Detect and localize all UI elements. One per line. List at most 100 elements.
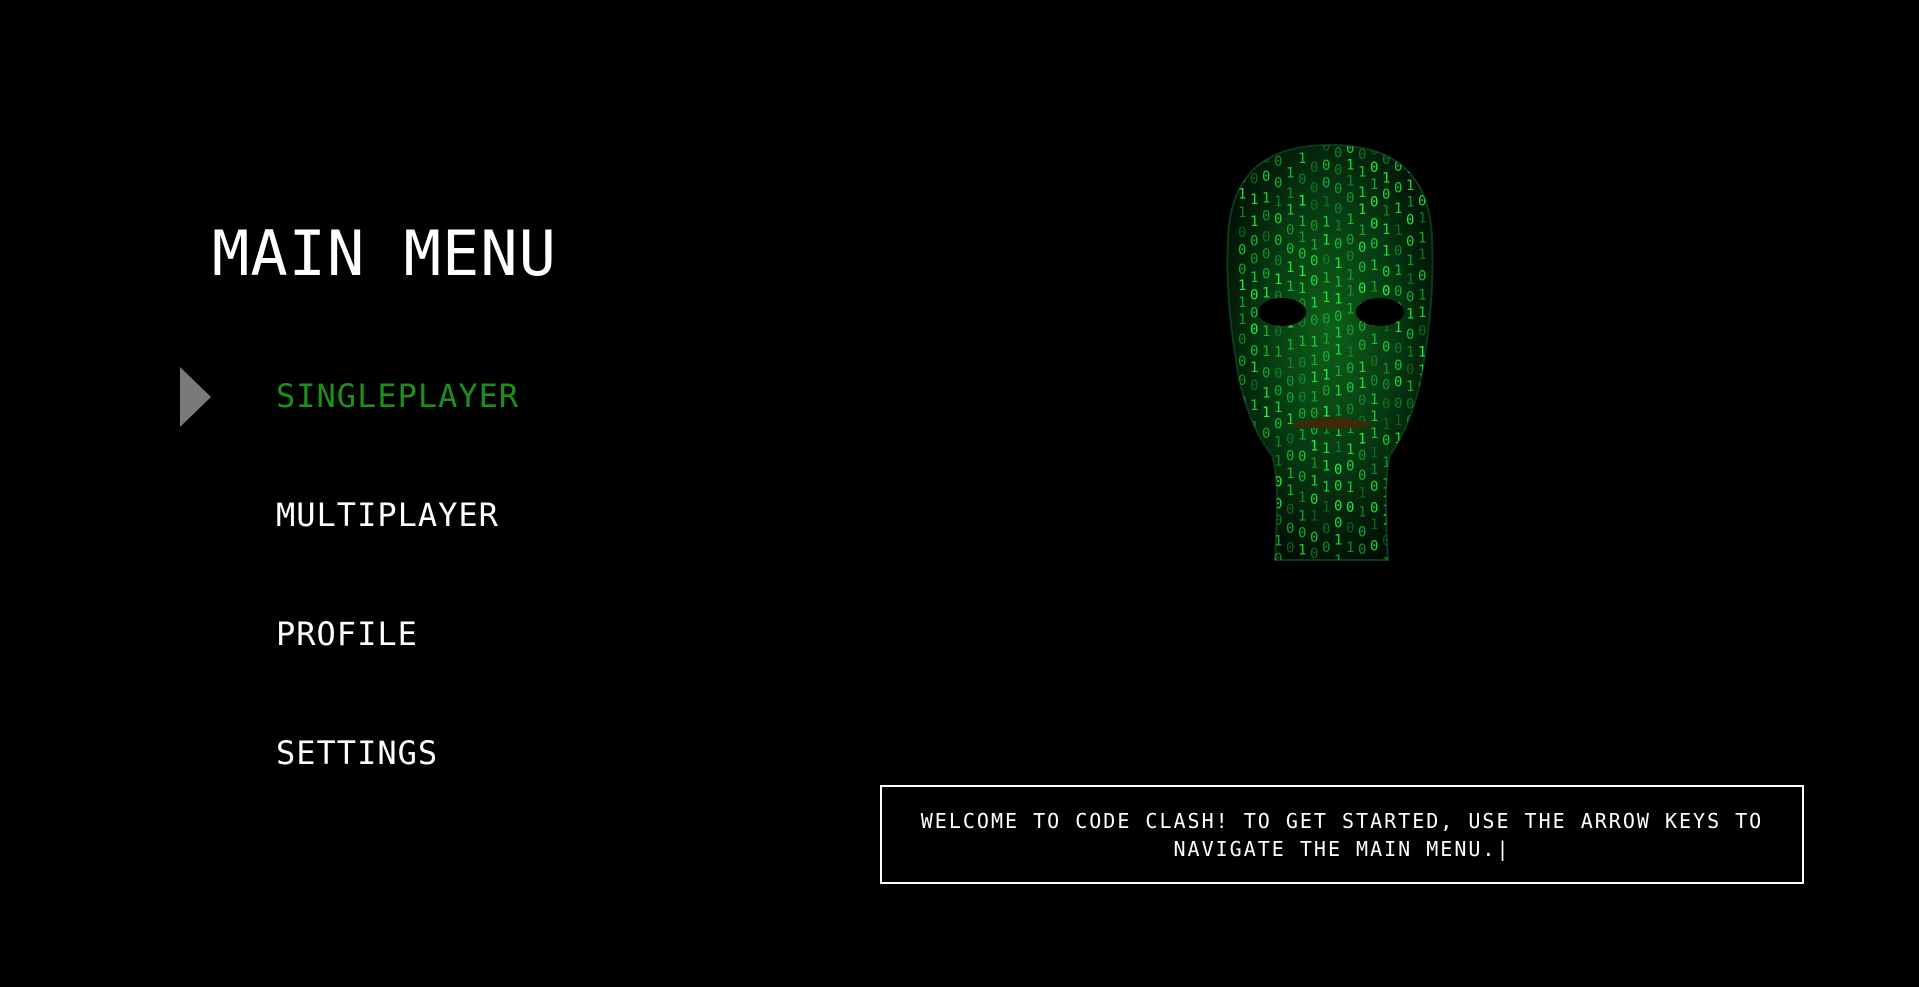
- svg-text:1: 1: [1334, 218, 1342, 234]
- svg-text:0: 0: [1322, 540, 1330, 556]
- svg-text:0: 0: [1358, 240, 1366, 256]
- svg-text:1: 1: [1250, 360, 1258, 376]
- svg-text:0: 0: [1250, 436, 1258, 452]
- svg-text:1: 1: [1262, 191, 1270, 207]
- svg-text:0: 0: [1262, 247, 1270, 263]
- svg-text:1: 1: [1310, 237, 1318, 253]
- svg-text:0: 0: [1334, 146, 1342, 162]
- svg-text:0: 0: [1370, 354, 1378, 370]
- svg-text:1: 1: [1394, 431, 1402, 447]
- svg-text:1: 1: [1262, 344, 1270, 360]
- svg-text:0: 0: [1406, 449, 1414, 465]
- svg-text:0: 0: [1298, 172, 1306, 188]
- svg-text:1: 1: [1418, 459, 1426, 475]
- svg-text:1: 1: [1382, 361, 1390, 377]
- svg-text:0: 0: [1286, 521, 1294, 537]
- svg-text:0: 0: [1382, 339, 1390, 355]
- svg-text:0: 0: [1394, 159, 1402, 175]
- svg-text:0: 0: [1238, 242, 1246, 258]
- svg-text:1: 1: [1250, 214, 1258, 230]
- svg-text:0: 0: [1274, 176, 1282, 192]
- svg-text:1: 1: [1262, 150, 1270, 166]
- svg-text:0: 0: [1274, 254, 1282, 270]
- svg-text:1: 1: [1418, 305, 1426, 321]
- svg-text:1: 1: [1418, 551, 1426, 567]
- svg-text:1: 1: [1286, 166, 1294, 182]
- svg-text:0: 0: [1298, 372, 1306, 388]
- svg-text:0: 0: [1298, 356, 1306, 372]
- svg-text:0: 0: [1382, 187, 1390, 203]
- svg-text:0: 0: [1322, 311, 1330, 327]
- main-menu: SINGLEPLAYER MULTIPLAYER PROFILE SETTING…: [276, 370, 519, 846]
- svg-text:0: 0: [1346, 323, 1354, 339]
- svg-text:0: 0: [1394, 396, 1402, 412]
- menu-item-singleplayer[interactable]: SINGLEPLAYER: [276, 370, 519, 489]
- svg-text:1: 1: [1250, 192, 1258, 208]
- svg-text:0: 0: [1334, 498, 1342, 514]
- menu-item-multiplayer[interactable]: MULTIPLAYER: [276, 489, 519, 608]
- svg-text:0: 0: [1286, 431, 1294, 447]
- svg-text:0: 0: [1310, 218, 1318, 234]
- svg-text:0: 0: [1286, 242, 1294, 258]
- svg-text:1: 1: [1370, 258, 1378, 274]
- svg-text:1: 1: [1310, 353, 1318, 369]
- svg-text:0: 0: [1310, 198, 1318, 214]
- svg-text:0: 0: [1418, 512, 1426, 528]
- svg-text:1: 1: [1358, 505, 1366, 521]
- svg-text:0: 0: [1382, 378, 1390, 394]
- svg-text:1: 1: [1286, 356, 1294, 372]
- svg-text:1: 1: [1418, 480, 1426, 496]
- svg-text:0: 0: [1238, 490, 1246, 506]
- svg-text:1: 1: [1310, 389, 1318, 405]
- svg-text:0: 0: [1370, 479, 1378, 495]
- svg-text:1: 1: [1262, 386, 1270, 402]
- svg-text:1: 1: [1250, 541, 1258, 557]
- svg-text:1: 1: [1334, 274, 1342, 290]
- svg-text:0: 0: [1334, 309, 1342, 325]
- svg-text:0: 0: [1322, 158, 1330, 174]
- svg-text:1: 1: [1298, 214, 1306, 230]
- svg-text:0: 0: [1358, 260, 1366, 276]
- svg-text:1: 1: [1238, 549, 1246, 565]
- svg-text:0: 0: [1298, 449, 1306, 465]
- svg-text:0: 0: [1394, 509, 1402, 525]
- svg-text:1: 1: [1262, 324, 1270, 340]
- svg-text:0: 0: [1394, 374, 1402, 390]
- svg-text:1: 1: [1298, 230, 1306, 246]
- svg-text:0: 0: [1406, 508, 1414, 524]
- svg-text:1: 1: [1262, 466, 1270, 482]
- svg-text:1: 1: [1274, 345, 1282, 361]
- svg-text:1: 1: [1274, 194, 1282, 210]
- svg-text:0: 0: [1418, 269, 1426, 285]
- svg-text:0: 0: [1370, 373, 1378, 389]
- svg-text:1: 1: [1298, 334, 1306, 350]
- svg-text:1: 1: [1310, 438, 1318, 454]
- svg-text:1: 1: [1334, 440, 1342, 456]
- svg-text:0: 0: [1274, 233, 1282, 249]
- svg-text:1: 1: [1262, 405, 1270, 421]
- svg-text:1: 1: [1238, 295, 1246, 311]
- menu-item-profile[interactable]: PROFILE: [276, 608, 519, 727]
- svg-text:0: 0: [1358, 525, 1366, 541]
- menu-item-settings[interactable]: SETTINGS: [276, 727, 519, 846]
- svg-text:1: 1: [1274, 400, 1282, 416]
- svg-text:1: 1: [1394, 223, 1402, 239]
- svg-text:0: 0: [1274, 513, 1282, 529]
- svg-text:1: 1: [1394, 201, 1402, 217]
- svg-text:1: 1: [1262, 524, 1270, 540]
- svg-text:1: 1: [1406, 491, 1414, 507]
- svg-text:0: 0: [1310, 313, 1318, 329]
- svg-text:1: 1: [1358, 432, 1366, 448]
- svg-text:0: 0: [1382, 534, 1390, 550]
- svg-text:1: 1: [1406, 379, 1414, 395]
- svg-text:1: 1: [1322, 331, 1330, 347]
- svg-text:0: 0: [1394, 180, 1402, 196]
- svg-text:0: 0: [1250, 378, 1258, 394]
- svg-text:0: 0: [1298, 390, 1306, 406]
- svg-text:1: 1: [1286, 466, 1294, 482]
- svg-text:0: 0: [1370, 160, 1378, 176]
- svg-text:1: 1: [1238, 508, 1246, 524]
- svg-text:0: 0: [1286, 390, 1294, 406]
- svg-text:0: 0: [1322, 253, 1330, 269]
- svg-text:1: 1: [1250, 452, 1258, 468]
